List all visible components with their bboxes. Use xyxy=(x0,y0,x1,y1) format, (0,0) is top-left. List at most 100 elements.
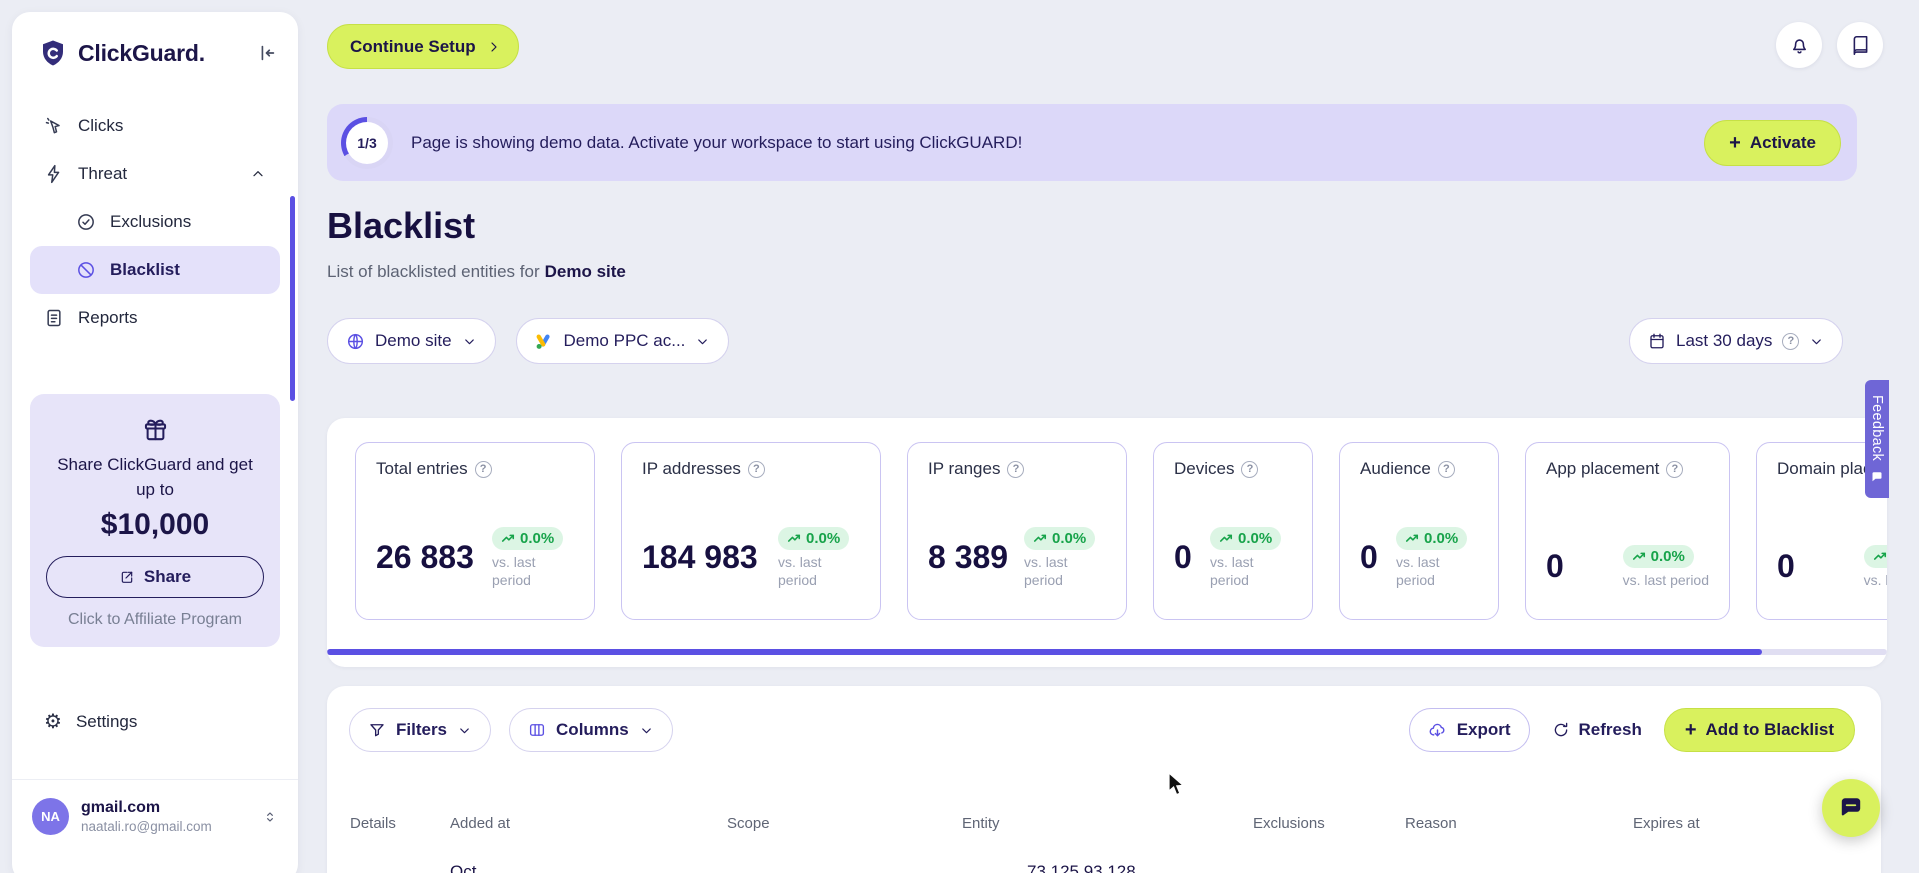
blocked-icon xyxy=(76,260,96,280)
column-header-exclusions: Exclusions xyxy=(1253,815,1325,832)
brand-logo: ClickGuard. xyxy=(12,12,298,68)
site-selector[interactable]: Demo site xyxy=(327,318,496,364)
add-to-blacklist-label: Add to Blacklist xyxy=(1705,720,1834,739)
chat-bubble-icon xyxy=(1841,798,1861,816)
feedback-tab[interactable]: Feedback xyxy=(1865,380,1889,498)
stat-card-ip-ranges: IP ranges ? 8 389 0.0% vs. last period xyxy=(907,442,1127,620)
help-icon[interactable]: ? xyxy=(1007,460,1025,478)
select-chevrons-icon xyxy=(262,809,278,825)
trend-up-icon xyxy=(1873,552,1886,561)
promo-text: Share ClickGuard and get up to xyxy=(57,455,253,499)
setup-progress-text: 1/3 xyxy=(346,121,388,164)
sidebar-scrollbar-thumb[interactable] xyxy=(290,196,295,401)
clickguard-shield-icon xyxy=(43,40,63,66)
table-header-row: Details Added at Scope Entity Exclusions… xyxy=(327,807,1881,841)
stat-label: IP addresses xyxy=(642,459,741,478)
bell-icon xyxy=(1792,38,1806,53)
stat-card-audience: Audience ? 0 0.0% vs. last period xyxy=(1339,442,1499,620)
horizontal-scrollbar-thumb[interactable] xyxy=(327,649,1763,655)
column-header-entity: Entity xyxy=(962,815,1000,832)
plus-icon: + xyxy=(1684,719,1697,741)
filters-button[interactable]: Filters xyxy=(349,708,492,752)
check-circle-icon xyxy=(76,212,96,232)
continue-setup-button[interactable]: Continue Setup xyxy=(327,24,519,69)
knowledge-base-button[interactable] xyxy=(1837,22,1883,68)
chevron-down-icon xyxy=(464,338,474,344)
help-icon[interactable]: ? xyxy=(1666,460,1684,478)
add-to-blacklist-button[interactable]: + Add to Blacklist xyxy=(1663,708,1855,752)
stat-sub: vs. last period xyxy=(1396,553,1440,588)
trend-badge: 0.0% xyxy=(1210,526,1282,550)
site-selector-value: Demo site xyxy=(375,331,452,350)
trend-up-icon xyxy=(501,534,515,542)
trend-value: 0.0% xyxy=(806,529,841,547)
stat-sub: vs. last period xyxy=(1210,553,1254,588)
promo-amount: $10,000 xyxy=(100,508,210,542)
help-icon[interactable]: ? xyxy=(1782,332,1800,350)
blacklist-table-panel: Filters Columns Export Refresh + Add to … xyxy=(327,686,1881,873)
trend-badge: 0.0% xyxy=(492,526,564,550)
trend-badge: 0.0% xyxy=(778,526,850,550)
stats-panel: Total entries ? 26 883 0.0% vs. last per… xyxy=(327,418,1887,667)
activate-button[interactable]: + Activate xyxy=(1704,119,1841,166)
external-link-icon xyxy=(121,572,133,584)
stat-card-app-placement: App placement ? 0 0.0% vs. last period xyxy=(1525,442,1730,620)
user-name: gmail.com xyxy=(81,799,161,817)
column-header-reason: Reason xyxy=(1405,815,1457,832)
stat-label: Audience xyxy=(1360,459,1431,478)
stat-label: Total entries xyxy=(376,459,468,478)
notifications-button[interactable] xyxy=(1776,22,1822,68)
help-icon[interactable]: ? xyxy=(1437,460,1455,478)
table-toolbar: Filters Columns Export Refresh + Add to … xyxy=(349,708,1855,752)
affiliate-link[interactable]: Click to Affiliate Program xyxy=(46,611,264,629)
share-button[interactable]: Share xyxy=(46,556,264,599)
stats-row: Total entries ? 26 883 0.0% vs. last per… xyxy=(355,442,1887,620)
trend-badge: 0.0% xyxy=(1024,526,1096,550)
sidebar-item-threat[interactable]: Threat xyxy=(30,150,280,198)
stat-sub: vs. last period xyxy=(778,553,822,588)
columns-button[interactable]: Columns xyxy=(509,708,673,752)
continue-setup-label: Continue Setup xyxy=(350,36,476,56)
trend-up-icon xyxy=(1219,534,1233,542)
trend-badge: 0.0% xyxy=(1622,544,1694,568)
sidebar: ClickGuard. Clicks Threat Exclusions Bla… xyxy=(12,12,298,873)
stat-value: 0 xyxy=(1360,539,1378,576)
table-row[interactable]: Oct 73.125.93.128 xyxy=(327,862,1881,873)
help-icon[interactable]: ? xyxy=(474,460,492,478)
cell-entity: 73.125.93.128 xyxy=(1027,862,1136,873)
sidebar-item-exclusions[interactable]: Exclusions xyxy=(30,198,280,246)
trend-value: 0.0% xyxy=(1052,529,1087,547)
sidebar-item-reports[interactable]: Reports xyxy=(30,294,280,342)
help-icon[interactable]: ? xyxy=(747,460,765,478)
trend-badge: 0.0% xyxy=(1396,526,1468,550)
columns-label: Columns xyxy=(556,720,629,739)
stat-value: 0 xyxy=(1174,539,1192,576)
user-email: naatali.ro@gmail.com xyxy=(81,819,212,835)
chevron-right-icon xyxy=(491,41,497,52)
document-icon xyxy=(44,308,64,328)
ppc-selector-value: Demo PPC ac... xyxy=(563,331,686,350)
date-range-selector[interactable]: Last 30 days ? xyxy=(1629,318,1844,364)
nav-label: Clicks xyxy=(78,116,124,135)
stat-value: 184 983 xyxy=(642,539,758,576)
sidebar-collapse-icon[interactable] xyxy=(256,42,278,64)
chat-widget-button[interactable] xyxy=(1822,779,1880,837)
help-icon[interactable]: ? xyxy=(1241,460,1259,478)
date-range-value: Last 30 days xyxy=(1676,331,1773,350)
column-header-details: Details xyxy=(350,815,396,832)
sidebar-item-blacklist[interactable]: Blacklist xyxy=(30,246,280,294)
ppc-account-selector[interactable]: Demo PPC ac... xyxy=(515,318,730,364)
export-button[interactable]: Export xyxy=(1408,708,1530,752)
stat-sub: vs. last period xyxy=(1622,571,1709,588)
subtitle-text: List of blacklisted entities for xyxy=(327,262,540,281)
trend-value: 0.0% xyxy=(1238,529,1273,547)
scope-selectors: Demo site Demo PPC ac... xyxy=(327,318,730,364)
calendar-icon xyxy=(1650,333,1664,349)
account-switcher[interactable]: NA gmail.com naatali.ro@gmail.com xyxy=(12,779,298,853)
refresh-button[interactable]: Refresh xyxy=(1552,720,1642,740)
toolbar-actions: Export Refresh + Add to Blacklist xyxy=(1408,708,1855,752)
sidebar-item-clicks[interactable]: Clicks xyxy=(30,102,280,150)
trend-value: 0.0% xyxy=(1650,547,1685,565)
sidebar-item-settings[interactable]: ⚙ Settings xyxy=(30,699,280,745)
feedback-chat-icon xyxy=(1872,471,1882,481)
